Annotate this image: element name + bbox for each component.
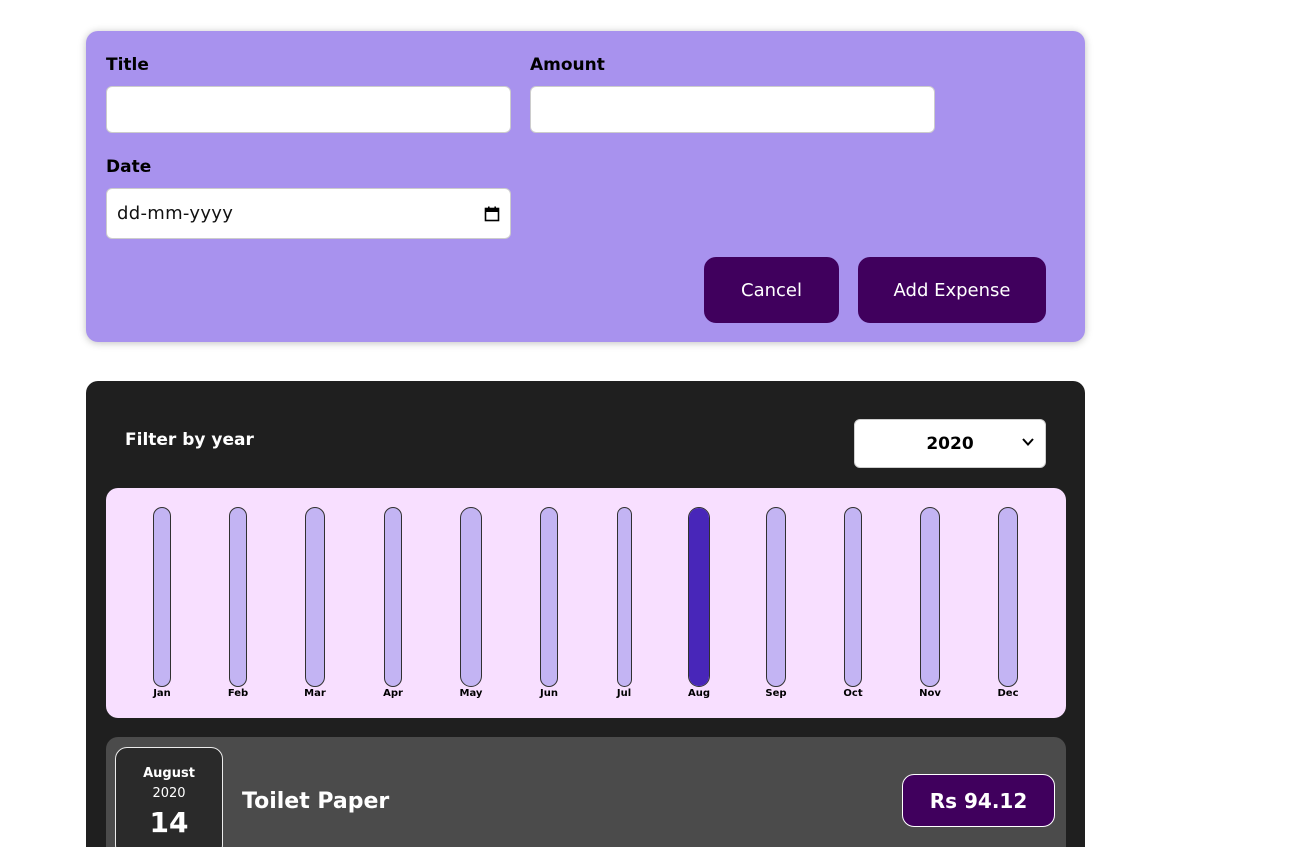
expense-item: August 2020 14 Toilet Paper Rs 94.12 — [106, 737, 1066, 847]
expense-date-day: 14 — [149, 806, 189, 839]
amount-input[interactable] — [530, 86, 935, 133]
expense-date-year: 2020 — [152, 786, 186, 801]
chart-bar-jul — [616, 507, 632, 687]
chart-bar-apr — [384, 507, 402, 687]
chart-bar-jun — [540, 507, 558, 687]
chart-label-aug: Aug — [687, 688, 711, 699]
new-expense-form: Title Amount Date dd-mm-yyyy Cancel Add … — [86, 31, 1085, 342]
expense-title: Toilet Paper — [242, 789, 390, 814]
chart-bar-aug — [688, 507, 710, 687]
chart-bar-nov — [920, 507, 940, 687]
chart-label-jul: Jul — [616, 688, 632, 699]
chart-label-oct: Oct — [843, 688, 863, 699]
calendar-icon[interactable] — [484, 206, 500, 222]
selected-year: 2020 — [926, 433, 974, 454]
chart-label-sep: Sep — [765, 688, 787, 699]
title-input[interactable] — [106, 86, 511, 133]
chart-label-jan: Jan — [153, 688, 171, 699]
chart-bar-mar — [305, 507, 325, 687]
chart-bar-sep — [766, 507, 786, 687]
date-placeholder: dd-mm-yyyy — [117, 203, 234, 224]
chart-label-nov: Nov — [919, 688, 941, 699]
filter-label: Filter by year — [125, 430, 254, 450]
chart-label-apr: Apr — [383, 688, 403, 699]
chevron-down-icon — [1022, 438, 1034, 446]
chart-bar-fill-aug — [689, 508, 709, 686]
chart-bar-may — [460, 507, 482, 687]
add-expense-button[interactable]: Add Expense — [858, 257, 1046, 323]
chart-label-jun: Jun — [540, 688, 558, 699]
chart-bar-jan — [153, 507, 171, 687]
cancel-button[interactable]: Cancel — [704, 257, 839, 323]
chart-bar-dec — [998, 507, 1018, 687]
monthly-expenses-chart: Jan Feb Mar Apr May Jun Jul Aug Sep Oct Nov Dec — [106, 488, 1066, 718]
chart-bar-oct — [844, 507, 862, 687]
expenses-panel: Filter by year 2020 Jan Feb Mar Apr May Jun Ju… — [86, 381, 1085, 847]
chart-bar-feb — [229, 507, 247, 687]
date-input[interactable]: dd-mm-yyyy — [106, 188, 511, 239]
title-label: Title — [106, 55, 149, 75]
chart-label-mar: Mar — [304, 688, 326, 699]
expense-amount: Rs 94.12 — [902, 774, 1055, 827]
amount-label: Amount — [530, 55, 605, 75]
chart-label-may: May — [459, 688, 483, 699]
year-filter-select[interactable]: 2020 — [854, 419, 1046, 468]
expense-date: August 2020 14 — [115, 747, 223, 847]
date-label: Date — [106, 157, 152, 177]
expense-date-month: August — [143, 766, 195, 781]
chart-label-dec: Dec — [997, 688, 1019, 699]
chart-label-feb: Feb — [227, 688, 249, 699]
